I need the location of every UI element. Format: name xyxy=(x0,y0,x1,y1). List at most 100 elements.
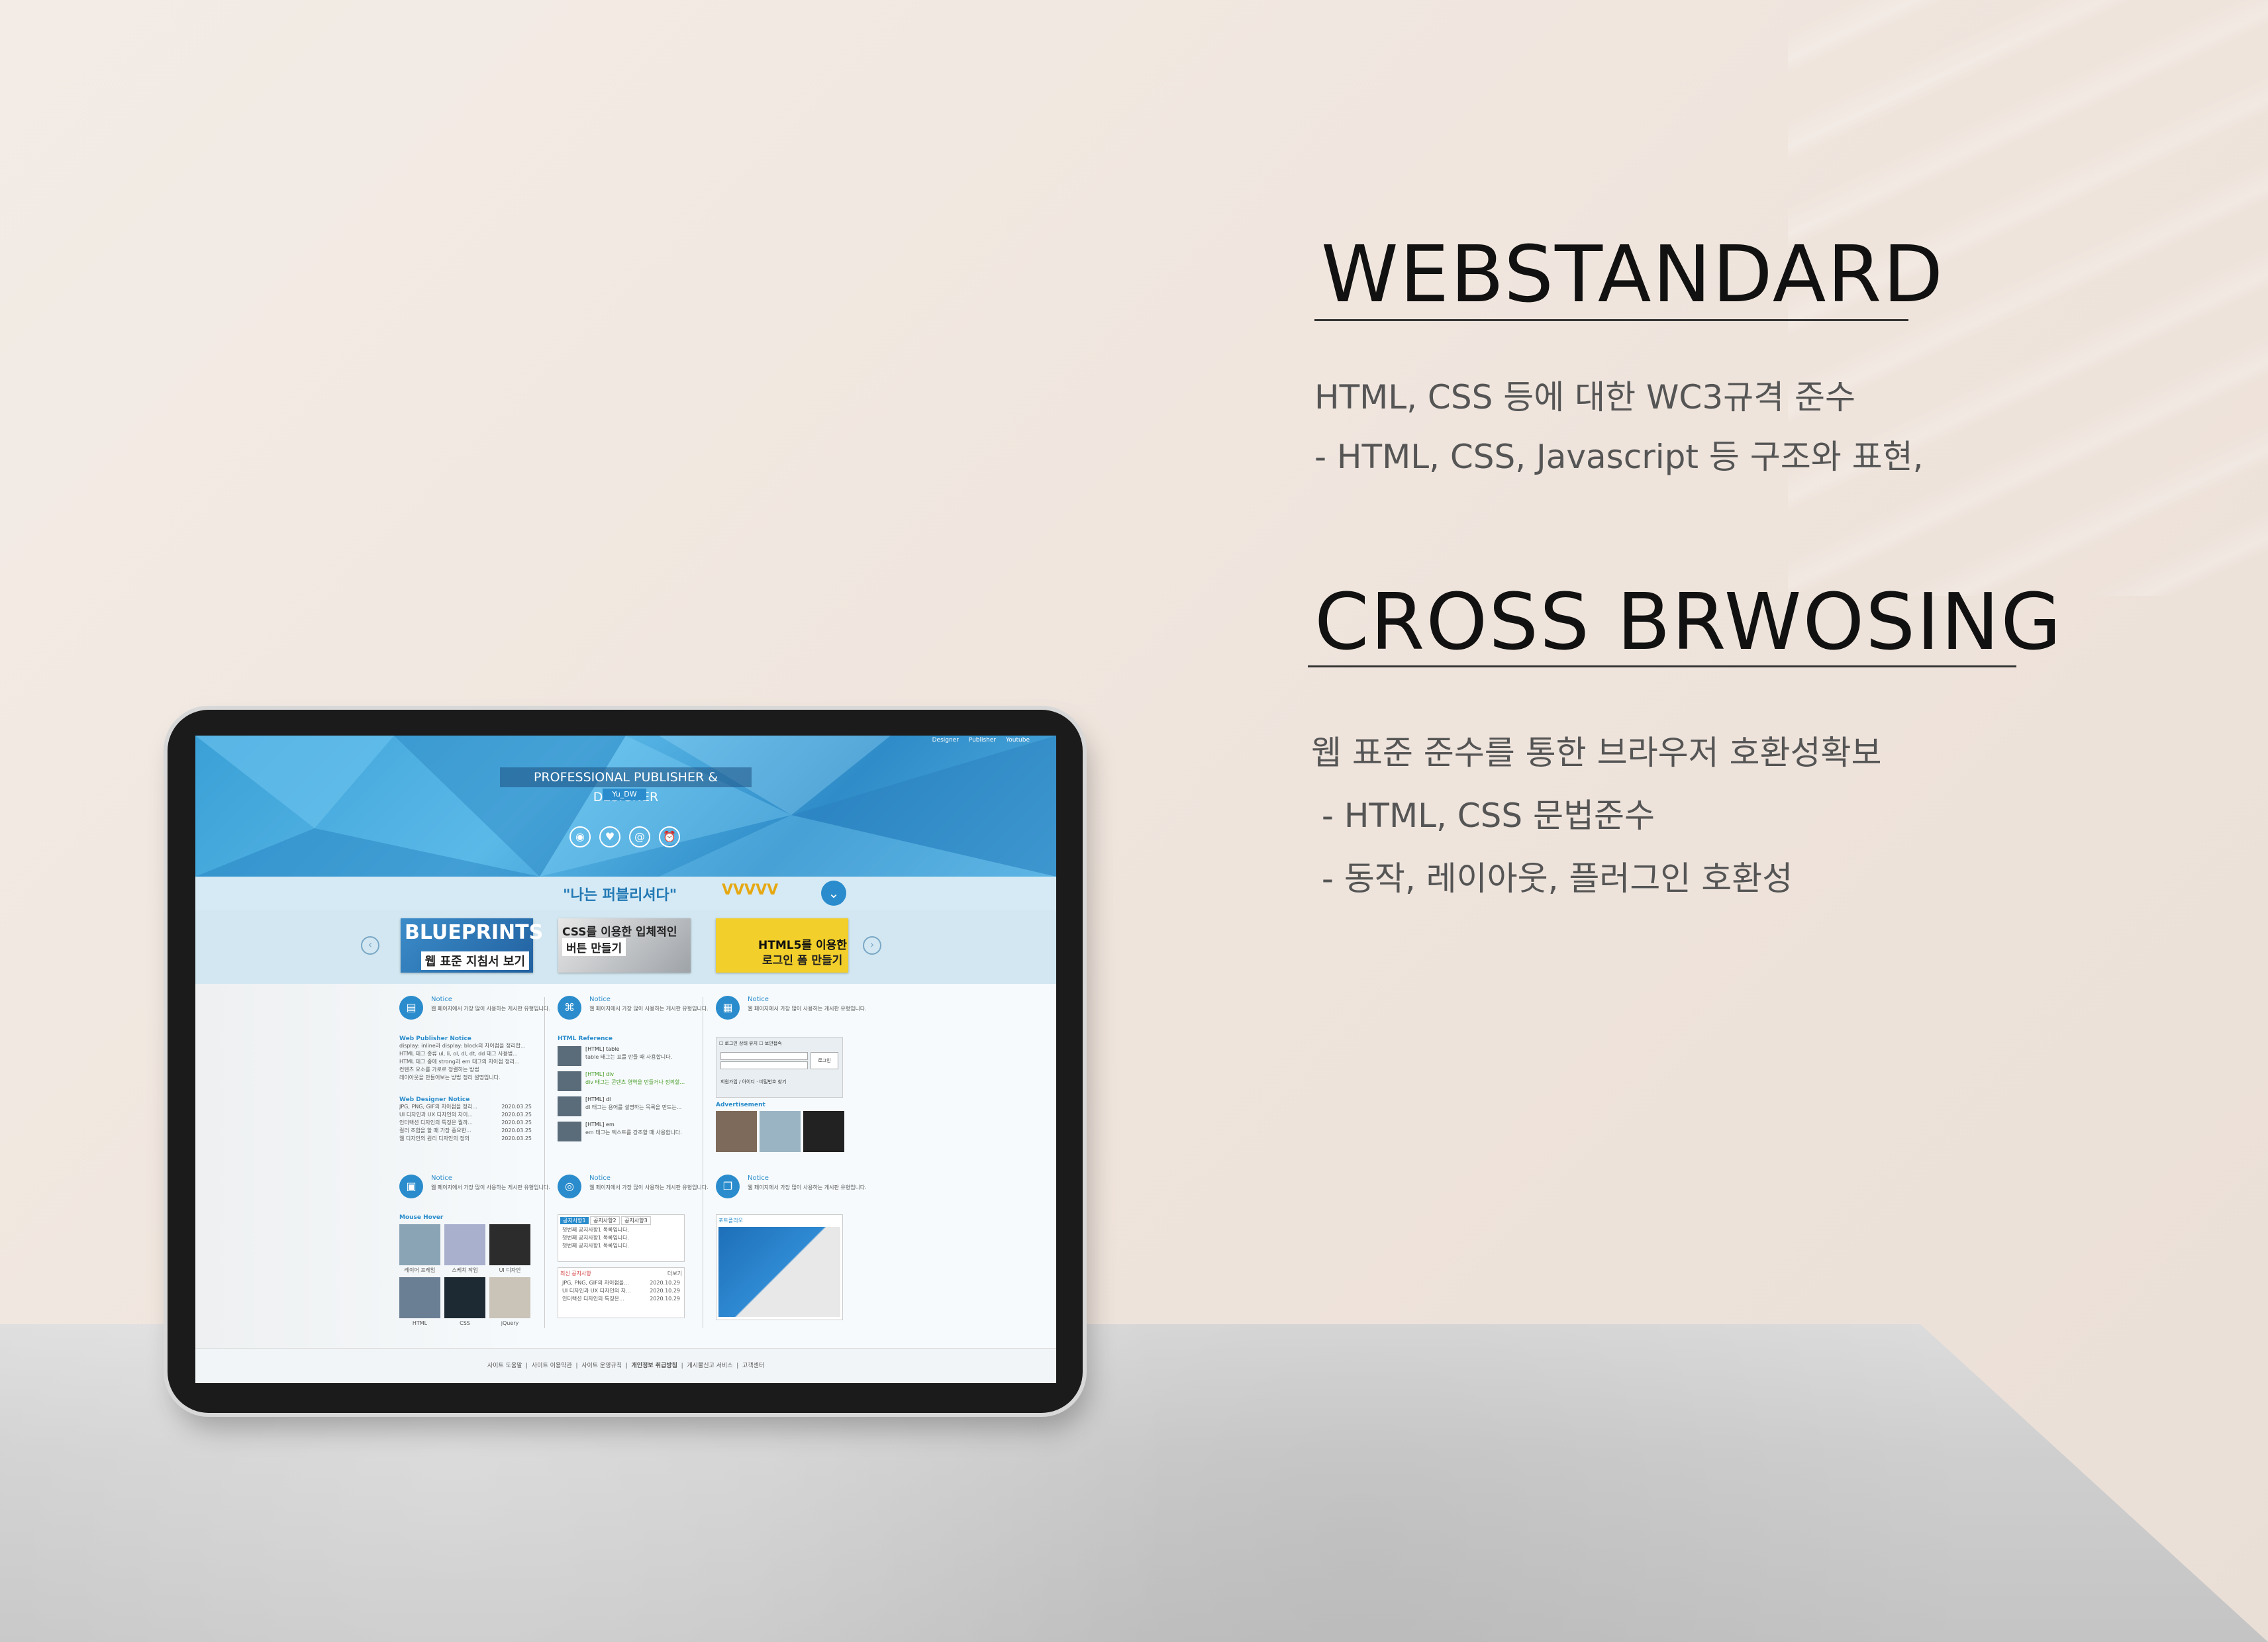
board-icon: ▤ xyxy=(399,996,423,1020)
gallery-thumb[interactable] xyxy=(399,1277,440,1318)
tab-1[interactable]: 공지사항1 xyxy=(560,1217,589,1224)
slide-caption: 로그인 폼 만들기 xyxy=(762,954,843,967)
slider: ‹ BLUEPRINTS 웹 표준 지침서 보기 CSS를 이용한 입체적인 버… xyxy=(195,910,1056,984)
ad-thumb[interactable] xyxy=(760,1111,801,1152)
tab-list-item[interactable]: 첫번째 공지사항1 목록입니다. xyxy=(558,1234,684,1242)
slide-title: BLUEPRINTS xyxy=(405,921,544,944)
reference-title: [HTML] dl xyxy=(585,1096,611,1102)
latest-notice-box: 최신 공지사항 더보기 JPG, PNG, GIF의 차이점을... 2020.10… xyxy=(558,1267,685,1318)
tab-list-item[interactable]: 첫번째 공지사항1 목록입니다. xyxy=(558,1226,684,1234)
ad-thumb[interactable] xyxy=(803,1111,844,1152)
notice-title: Notice xyxy=(589,1175,611,1182)
list-item[interactable]: display: inline과 display: block의 차이점을 정리… xyxy=(399,1042,532,1050)
list-item[interactable]: 인터랙션 디자인의 특징은 뭘까... 2020.03.25 xyxy=(399,1119,532,1127)
slide-blueprints[interactable]: BLUEPRINTS 웹 표준 지침서 보기 xyxy=(401,918,543,973)
hero-icon-row: ◉ ♥ @ ⏰ xyxy=(569,826,689,847)
tab-list-item[interactable]: 첫번째 공지사항1 목록입니다. xyxy=(558,1242,684,1250)
hero-subtitle: Yu_DW xyxy=(603,789,646,800)
list-item[interactable]: HTML 태그 중에 strong과 em 태그의 차이점 정리... xyxy=(399,1058,532,1066)
gallery-thumb[interactable] xyxy=(489,1224,530,1265)
tab-2[interactable]: 공지사항2 xyxy=(590,1216,620,1225)
footer-link[interactable]: 개인정보 취급방침 xyxy=(632,1363,677,1369)
notice-title: Notice xyxy=(748,996,769,1003)
footer-link[interactable]: 사이트 운영규칙 xyxy=(581,1363,622,1369)
designer-notice: Web Designer Notice JPG, PNG, GIF의 차이점을 … xyxy=(399,1096,532,1143)
nav-publisher[interactable]: Publisher xyxy=(969,737,996,744)
nav-designer[interactable]: Designer xyxy=(932,737,959,744)
slide-html5-login[interactable]: HTML5를 이용한 로그인 폼 만들기 xyxy=(716,918,848,973)
at-icon[interactable]: @ xyxy=(629,826,650,847)
gallery-caption: HTML xyxy=(412,1320,428,1326)
hero-banner: Designer Publisher Youtube PROFESSIONAL … xyxy=(195,736,1056,877)
column-3-top: ▦ Notice 웹 페이지에서 가장 많이 사용하는 게시판 유형입니다. ☐… xyxy=(716,996,868,1161)
gallery-icon: ▣ xyxy=(399,1175,423,1198)
footer-link[interactable]: 사이트 이용약관 xyxy=(532,1363,572,1369)
heading-underline xyxy=(1308,665,2016,667)
hero-title: PROFESSIONAL PUBLISHER & DESIGNER xyxy=(500,767,752,804)
login-links[interactable]: 회원가입 / 아이디 · 비밀번호 찾기 xyxy=(720,1079,786,1085)
heart-icon[interactable]: ♥ xyxy=(599,826,620,847)
latest-header: 최신 공지사항 더보기 xyxy=(558,1268,684,1279)
latest-item[interactable]: JPG, PNG, GIF의 차이점을... 2020.10.29 xyxy=(558,1279,684,1287)
list-item[interactable]: 웹 디자인의 원리 디자인의 정의 2020.03.25 xyxy=(399,1135,532,1143)
list-text: 웹 디자인의 원리 디자인의 정의 xyxy=(399,1135,469,1141)
reference-item[interactable]: [HTML] em em 태그는 텍스트를 강조할 때 사용합니다. xyxy=(558,1120,690,1145)
list-item[interactable]: HTML 태그 종류 ul, li, ol, dl, dt, dd 태그 사용법… xyxy=(399,1050,532,1058)
slide-caption: 웹 표준 지침서 보기 xyxy=(420,951,529,970)
latest-item[interactable]: UI 디자인과 UX 디자인의 차... 2020.10.29 xyxy=(558,1287,684,1295)
chevron-down-icon[interactable]: ⌄ xyxy=(821,881,846,906)
notice-desc: 웹 페이지에서 가장 많이 사용하는 게시판 유형입니다. xyxy=(589,1006,709,1012)
slide-css-button[interactable]: CSS를 이용한 입체적인 버튼 만들기 xyxy=(558,918,691,973)
gallery-thumb[interactable] xyxy=(444,1224,485,1265)
reference-item[interactable]: [HTML] dl dl 태그는 용어를 설명하는 목록을 만드는... xyxy=(558,1095,690,1120)
list-item[interactable]: UI 디자인과 UX 디자인의 차이... 2020.03.25 xyxy=(399,1111,532,1119)
reference-thumb xyxy=(558,1071,581,1091)
list-item[interactable]: 컨텐츠 요소를 가로로 정렬하는 방법 xyxy=(399,1066,532,1074)
gallery-thumb[interactable] xyxy=(489,1277,530,1318)
checkbox[interactable]: ☐ xyxy=(759,1041,763,1046)
column-2-bottom: ◎ Notice 웹 페이지에서 가장 많이 사용하는 게시판 유형입니다. 공… xyxy=(558,1175,710,1340)
reference-desc: dl 태그는 용어를 설명하는 목록을 만드는... xyxy=(585,1104,682,1110)
nav-youtube[interactable]: Youtube xyxy=(1006,737,1030,744)
gallery-thumb[interactable] xyxy=(399,1224,440,1265)
list-item[interactable]: 컬러 조합을 할 때 가장 중요한... 2020.03.25 xyxy=(399,1127,532,1135)
record-icon[interactable]: ◉ xyxy=(569,826,591,847)
footer-link[interactable]: 고객센터 xyxy=(742,1363,764,1369)
slide-title: CSS를 이용한 입체적인 xyxy=(562,926,677,939)
list-item[interactable]: JPG, PNG, GIF의 차이점을 정리... 2020.03.25 xyxy=(399,1103,532,1111)
password-input[interactable] xyxy=(720,1061,808,1069)
tab-3[interactable]: 공지사항3 xyxy=(621,1216,651,1225)
more-link[interactable]: 더보기 xyxy=(667,1270,682,1277)
login-box: ☐ 로그인 상태 유지 ☐ 보안접속 로그인 회원가입 / 아이디 · 비밀번호… xyxy=(716,1037,843,1098)
notice-desc: 웹 페이지에서 가장 많이 사용하는 게시판 유형입니다. xyxy=(748,1184,867,1190)
reference-desc: em 태그는 텍스트를 강조할 때 사용합니다. xyxy=(585,1130,682,1135)
column-2-top: ⌘ Notice 웹 페이지에서 가장 많이 사용하는 게시판 유형입니다. H… xyxy=(558,996,710,1161)
column-1-bottom: ▣ Notice 웹 페이지에서 가장 많이 사용하는 게시판 유형입니다. M… xyxy=(399,1175,552,1340)
heading-underline xyxy=(1314,319,1908,321)
list-item[interactable]: 레이아웃을 만들어보는 방법 정리 설명입니다. xyxy=(399,1074,532,1082)
cross-browsing-description: 웹 표준 준수를 통한 브라우저 호환성확보 - HTML, CSS 문법준수 … xyxy=(1311,722,1881,910)
alarm-icon[interactable]: ⏰ xyxy=(659,826,680,847)
id-input[interactable] xyxy=(720,1052,808,1060)
prev-arrow-icon[interactable]: ‹ xyxy=(361,936,379,955)
desc-line: 웹 표준 준수를 통한 브라우저 호환성확보 xyxy=(1311,734,1882,772)
reference-item[interactable]: [HTML] div div 태그는 콘텐츠 영역을 만들거나 정의할... xyxy=(558,1070,690,1095)
login-button[interactable]: 로그인 xyxy=(811,1052,838,1069)
heading-cross-browsing: CROSS BRWOSING xyxy=(1314,576,2063,667)
next-arrow-icon[interactable]: › xyxy=(863,936,881,955)
save-login-label: 로그인 상태 유지 xyxy=(724,1041,758,1046)
checkbox[interactable]: ☐ xyxy=(719,1041,723,1046)
reference-title: [HTML] div xyxy=(585,1071,615,1077)
ad-thumb[interactable] xyxy=(716,1111,757,1152)
latest-date: 2020.10.29 xyxy=(650,1280,680,1286)
reference-item[interactable]: [HTML] table table 태그는 표를 만들 때 사용합니다. xyxy=(558,1045,690,1070)
gallery-thumb[interactable] xyxy=(444,1277,485,1318)
latest-item[interactable]: 인터랙션 디자인의 특징은... 2020.10.29 xyxy=(558,1295,684,1303)
desc-line: - HTML, CSS 문법준수 xyxy=(1311,797,1655,835)
footer-link[interactable]: 사이트 도움말 xyxy=(487,1363,522,1369)
portfolio-image[interactable] xyxy=(718,1227,840,1317)
footer-link[interactable]: 게시물신고 서비스 xyxy=(687,1363,732,1369)
gallery-caption: jQuery xyxy=(501,1320,519,1326)
notice-title: Notice xyxy=(748,1175,769,1182)
reference-list: [HTML] table table 태그는 표를 만들 때 사용합니다. [H… xyxy=(558,1045,690,1145)
